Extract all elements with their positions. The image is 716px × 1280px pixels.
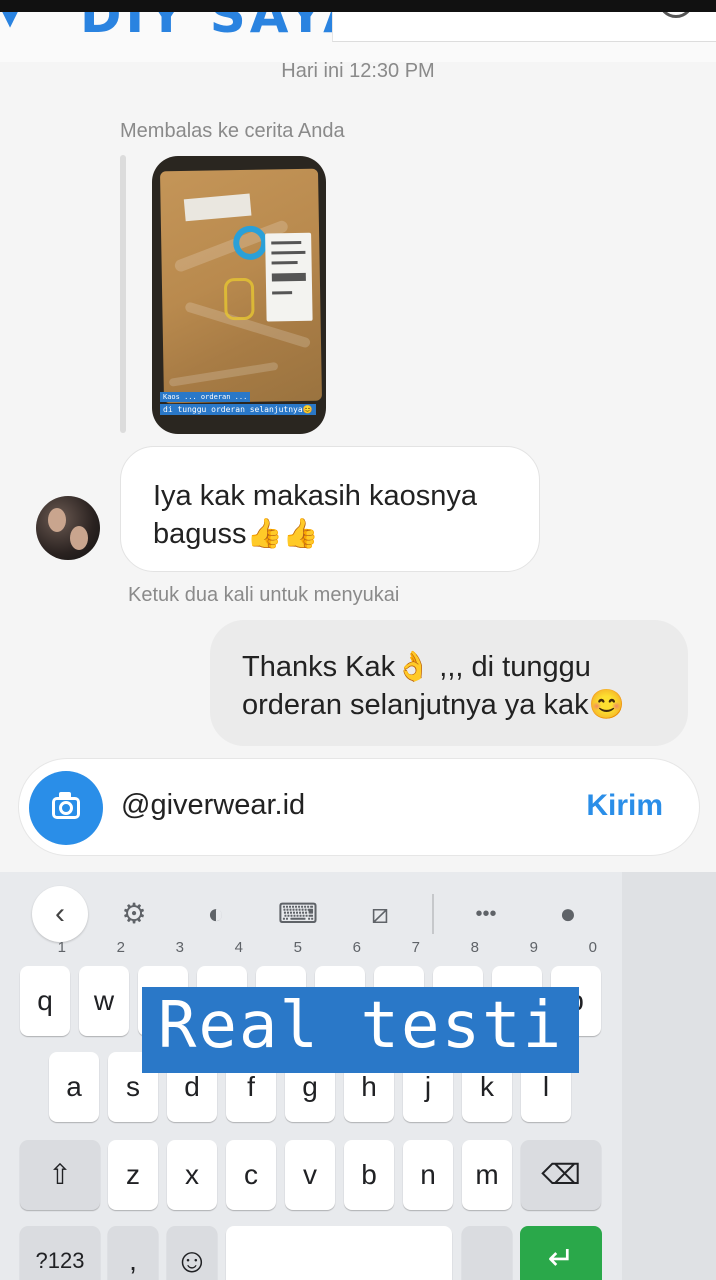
reply-note: Membalas ke cerita Anda [120, 120, 345, 142]
avatar-face [70, 526, 88, 550]
key-c[interactable]: c [226, 1140, 276, 1210]
key-label: w [93, 985, 115, 1016]
period-key[interactable] [462, 1226, 512, 1280]
outgoing-message[interactable]: Thanks Kak👌 ,,, di tunggu orderan selanj… [210, 620, 688, 746]
key-hint: 0 [588, 939, 597, 956]
key-hint: 7 [411, 939, 420, 956]
reply-indicator-bar [120, 155, 126, 433]
gear-icon[interactable]: ⚙ [112, 892, 156, 936]
label-line [271, 261, 298, 265]
key-w[interactable]: 2w [79, 940, 129, 1036]
symbols-key[interactable]: ?123 [20, 1226, 100, 1280]
status-bar [0, 0, 716, 12]
key-label: q [37, 985, 53, 1016]
key-hint: 1 [57, 939, 66, 956]
key-hint: 6 [352, 939, 361, 956]
story-text-overlay: Real testi [142, 987, 579, 1073]
label-barcode [271, 272, 306, 282]
camera-button[interactable] [29, 771, 103, 845]
key-b[interactable]: b [344, 1140, 394, 1210]
package-logo [232, 225, 268, 261]
key-m[interactable]: m [462, 1140, 512, 1210]
message-composer: @giverwear.id Kirim [18, 758, 700, 856]
package-image [159, 168, 323, 404]
key-a[interactable]: a [49, 1052, 99, 1122]
space-key[interactable] [226, 1226, 452, 1280]
floating-off-icon[interactable]: ⧄ [358, 892, 402, 936]
key-hint: 9 [529, 939, 538, 956]
image-detail [168, 361, 279, 387]
key-hint: 3 [175, 939, 184, 956]
key-hint: 2 [116, 939, 125, 956]
comma-key[interactable]: , [108, 1226, 158, 1280]
key-q[interactable]: 1q [20, 940, 70, 1036]
key-hint: 5 [293, 939, 302, 956]
label-line [271, 240, 302, 245]
chat-screen: ▾ DIY SAYA Hari ini 12:30 PM Membalas ke… [0, 0, 716, 1280]
chevron-left-icon[interactable]: ‹ [32, 886, 88, 942]
shipping-label [265, 232, 313, 322]
package-detail [223, 277, 255, 321]
keyboard-icon[interactable]: ⌨ [276, 892, 320, 936]
emoji-key[interactable]: ☺ [167, 1226, 217, 1280]
incoming-message[interactable]: Iya kak makasih kaosnya baguss👍👍 [120, 446, 540, 572]
key-hint: 4 [234, 939, 243, 956]
keyboard-side-panel: ⤢ › ↗ [622, 872, 716, 1280]
avatar-face [48, 508, 66, 532]
key-hint: 8 [470, 939, 479, 956]
message-input[interactable]: @giverwear.id [121, 789, 305, 822]
label-line [271, 250, 306, 255]
key-x[interactable]: x [167, 1140, 217, 1210]
more-icon[interactable]: ••• [464, 892, 508, 936]
toolbar-divider [432, 894, 434, 934]
microphone-icon[interactable]: ● [546, 892, 590, 936]
story-thumbnail[interactable]: Kaos ... orderan ... di tunggu orderan s… [152, 156, 326, 434]
camera-lens-icon [59, 801, 73, 815]
backspace-key[interactable]: ⌫ [521, 1140, 601, 1210]
key-z[interactable]: z [108, 1140, 158, 1210]
like-hint: Ketuk dua kali untuk menyukai [128, 584, 400, 606]
keyboard: ‹ ⚙ ◐ ⌨ ⧄ ••• ● ⤢ › ↗ 1q 2w 3e 4r 5t 6y … [0, 872, 716, 1280]
incoming-message-text: Iya kak makasih kaosnya baguss👍👍 [153, 480, 477, 550]
enter-key[interactable]: ↵ [520, 1226, 602, 1280]
key-v[interactable]: v [285, 1140, 335, 1210]
key-n[interactable]: n [403, 1140, 453, 1210]
shift-key[interactable]: ⇧ [20, 1140, 100, 1210]
outgoing-message-text: Thanks Kak👌 ,,, di tunggu orderan selanj… [242, 651, 625, 721]
story-caption-2: di tunggu orderan selanjutnya😊 [160, 404, 316, 415]
palette-icon[interactable]: ◐ [194, 892, 238, 936]
overlay-text: Real testi [157, 989, 564, 1063]
message-timestamp: Hari ini 12:30 PM [281, 60, 435, 82]
story-caption-1: Kaos ... orderan ... [160, 392, 251, 402]
avatar[interactable] [36, 496, 100, 560]
package-tag [183, 193, 252, 222]
send-button[interactable]: Kirim [586, 789, 663, 823]
label-line [272, 291, 293, 295]
